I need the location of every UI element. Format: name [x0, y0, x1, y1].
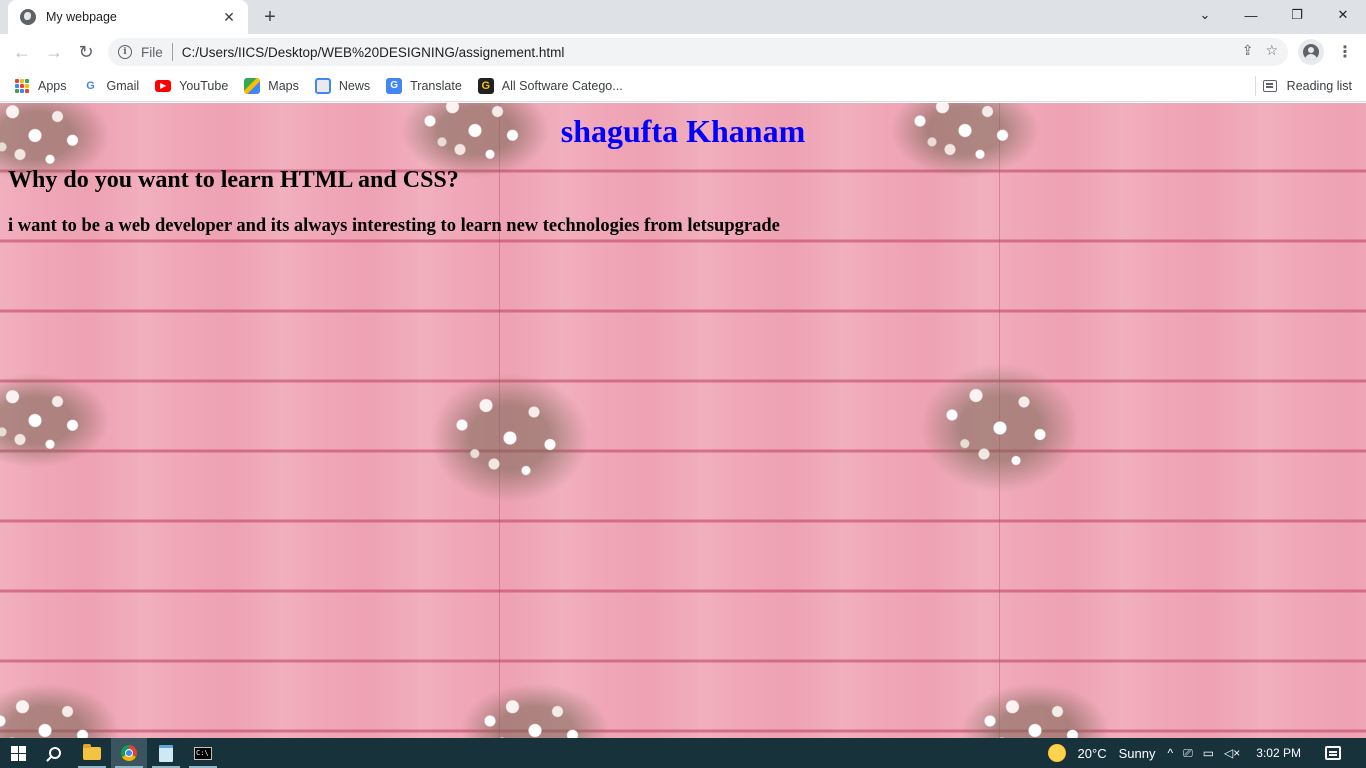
translate-icon: G — [386, 77, 403, 94]
scheme-label: File — [141, 44, 163, 60]
back-button[interactable]: ← — [8, 38, 36, 66]
flower-decoration — [0, 683, 120, 738]
bookmark-all-software[interactable]: G All Software Catego... — [477, 77, 623, 94]
reload-button[interactable]: ↻ — [72, 38, 100, 66]
bookmark-youtube[interactable]: ▶ YouTube — [155, 79, 228, 93]
share-icon[interactable]: ⇪ — [1242, 42, 1254, 59]
avatar-icon — [1303, 44, 1319, 60]
browser-tab[interactable]: My webpage ✕ — [8, 0, 248, 34]
reading-list-label: Reading list — [1286, 79, 1352, 93]
bookmarks-bar: Apps G Gmail ▶ YouTube Maps News G Trans… — [0, 70, 1366, 102]
page-title: shagufta Khanam — [560, 113, 806, 149]
close-window-button[interactable]: ✕ — [1320, 0, 1366, 30]
reading-list-divider — [1255, 76, 1256, 96]
meet-now-icon[interactable]: ⎚ — [1183, 746, 1193, 761]
minimize-button[interactable]: — — [1228, 0, 1274, 30]
news-icon — [314, 77, 331, 94]
cmd-taskbar-button[interactable]: C:\ — [185, 738, 221, 768]
restore-button[interactable]: ❐ — [1274, 0, 1320, 30]
start-button[interactable] — [0, 738, 36, 768]
reading-list-icon — [1262, 80, 1277, 92]
new-tab-button[interactable]: + — [258, 5, 282, 29]
forward-button[interactable]: → — [40, 38, 68, 66]
bookmark-maps[interactable]: Maps — [244, 77, 299, 94]
volume-muted-icon[interactable]: ◁× — [1224, 746, 1240, 760]
system-tray: 20°C Sunny ^ ⎚ ▭ ◁× 3:02 PM — [1047, 738, 1366, 768]
flower-decoration — [460, 683, 610, 738]
maps-icon — [244, 77, 261, 94]
bookmark-star-icon[interactable]: ☆ — [1265, 42, 1278, 59]
chrome-icon — [121, 745, 137, 761]
question-heading: Why do you want to learn HTML and CSS? — [8, 167, 459, 193]
browser-toolbar: ← → ↻ i File C:/Users/IICS/Desktop/WEB%2… — [0, 34, 1366, 70]
menu-icon[interactable]: ⋮ — [1332, 39, 1358, 65]
bookmark-label: YouTube — [179, 78, 229, 93]
bookmark-apps[interactable]: Apps — [14, 78, 67, 94]
search-button[interactable] — [37, 738, 73, 768]
answer-text: i want to be a web developer and its alw… — [8, 216, 780, 236]
youtube-icon: ▶ — [155, 79, 172, 92]
windows-icon — [10, 745, 26, 761]
omnibox-divider — [171, 43, 173, 61]
flower-decoration — [430, 373, 590, 503]
taskbar: C:\ 20°C Sunny ^ ⎚ ▭ ◁× 3:02 PM — [0, 738, 1366, 768]
flower-decoration — [960, 683, 1110, 738]
page-viewport: shagufta Khanam Why do you want to learn… — [0, 103, 1366, 738]
search-icon — [49, 747, 61, 759]
bookmark-gmail[interactable]: G Gmail — [83, 78, 140, 94]
info-icon[interactable]: i — [118, 45, 132, 59]
bookmark-translate[interactable]: G Translate — [386, 77, 462, 94]
flower-decoration — [920, 363, 1080, 493]
notepad-taskbar-button[interactable] — [148, 738, 184, 768]
notification-icon[interactable] — [1325, 746, 1341, 760]
tab-strip: My webpage ✕ + ⌄ — ❐ ✕ — [0, 0, 1366, 34]
file-explorer-button[interactable] — [74, 738, 110, 768]
url-text[interactable]: C:/Users/IICS/Desktop/WEB%20DESIGNING/as… — [182, 45, 565, 60]
clock-time[interactable]: 3:02 PM — [1256, 746, 1301, 760]
folder-icon — [83, 743, 101, 760]
weather-temp[interactable]: 20°C — [1078, 746, 1107, 761]
bookmark-news[interactable]: News — [314, 77, 371, 94]
bookmark-label: Apps — [38, 78, 67, 93]
bookmark-label: News — [338, 78, 371, 93]
command-prompt-icon: C:\ — [194, 746, 212, 760]
weather-condition[interactable]: Sunny — [1119, 746, 1156, 761]
profile-button[interactable] — [1298, 39, 1324, 65]
g-logo-icon: G — [477, 77, 494, 94]
reading-list-button[interactable]: Reading list — [1262, 70, 1352, 102]
bookmark-label: Maps — [268, 78, 299, 93]
apps-grid-icon — [14, 78, 30, 94]
address-bar[interactable]: i File C:/Users/IICS/Desktop/WEB%20DESIG… — [108, 38, 1288, 66]
notepad-icon — [159, 744, 173, 762]
google-icon: G — [86, 79, 95, 92]
sun-icon[interactable] — [1047, 744, 1066, 762]
tab-title: My webpage — [46, 10, 117, 24]
bookmark-label: Translate — [410, 78, 462, 93]
chevron-up-icon[interactable]: ^ — [1167, 746, 1173, 760]
bookmark-label: Gmail — [106, 78, 140, 93]
flower-decoration — [0, 373, 110, 468]
bookmark-label: All Software Catego... — [501, 78, 623, 93]
globe-icon — [20, 9, 36, 25]
tab-search-button[interactable]: ⌄ — [1182, 0, 1228, 30]
tab-close-icon[interactable]: ✕ — [220, 8, 238, 26]
network-icon[interactable]: ▭ — [1203, 746, 1214, 760]
chrome-taskbar-button[interactable] — [111, 738, 147, 768]
